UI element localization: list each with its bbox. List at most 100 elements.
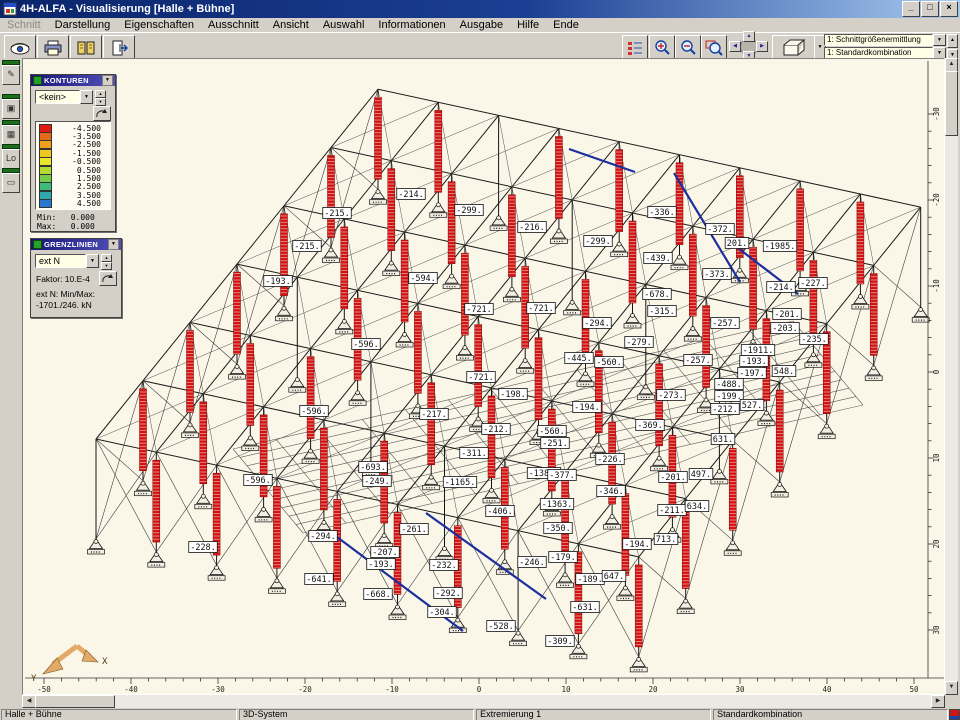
support-hinge [335,592,339,596]
konturen-panel-titlebar[interactable]: KONTUREN ▼ [31,75,115,86]
support-hinge [657,456,661,460]
catalog-button[interactable] [70,35,102,60]
vertical-scrollbar[interactable]: ▲ ▼ [945,58,958,695]
menu-item-darstellung[interactable]: Darstellung [48,19,118,31]
menu-item-ausgabe[interactable]: Ausgabe [453,19,510,31]
view-cube-button[interactable]: ▼ [772,35,816,60]
menu-item-ende[interactable]: Ende [546,19,586,31]
menu-item-informationen[interactable]: Informationen [371,19,452,31]
chevron-down-icon[interactable]: ▼ [86,254,99,268]
normal-force-bar [656,364,663,446]
spinner-up-button[interactable]: ▲ [101,254,112,262]
spinner-down-button[interactable]: ▼ [95,98,106,106]
force-label-text: -721. [466,305,492,315]
zoom-in-button[interactable] [649,35,675,60]
force-label: -257. [684,355,713,367]
load-case-button[interactable]: Lo [2,144,20,168]
normal-force-bar [488,396,495,478]
status-cell-3: Standardkombination [713,709,948,720]
scroll-left-button[interactable]: ◀ [22,695,36,708]
mesh-grid-button[interactable]: ▦ [2,120,20,144]
zoom-window-button[interactable] [701,35,727,60]
wall-brace [96,381,143,539]
panel-collapse-button[interactable]: ▼ [108,239,119,250]
force-label: -251. [541,438,570,450]
konturen-combo[interactable]: <kein> ▼ [35,90,93,104]
force-label-text: -227. [800,279,826,289]
force-label: -488. [715,379,744,391]
grenzlinien-combo-value: ext N [35,254,86,268]
menu-item-eigenschaften[interactable]: Eigenschaften [117,19,201,31]
pan-pad: ▲ ▼ ◀ ▶ [730,33,766,59]
roof-chord [378,89,921,207]
print-button[interactable] [37,35,69,60]
force-label-text: -488. [716,380,742,390]
title-bar[interactable]: 4H-ALFA - Visualisierung [Halle + Bühne]… [0,0,960,18]
screen-button[interactable]: ▭ [2,168,20,192]
chevron-down-icon[interactable]: ▼ [933,34,946,46]
menu-item-hilfe[interactable]: Hilfe [510,19,546,31]
view-eye-button[interactable] [4,35,36,60]
force-label-text: -445. [566,354,592,364]
exit-button[interactable] [103,35,135,60]
chevron-down-icon[interactable]: ▼ [80,90,93,104]
spinner-down-button[interactable]: ▼ [101,262,112,270]
vertical-scroll-thumb[interactable] [945,71,958,136]
maximize-button[interactable]: □ [921,1,939,17]
support-base [195,504,212,509]
normal-force-bar [857,202,864,284]
spinner-up-button[interactable]: ▲ [947,34,958,48]
scroll-up-button[interactable]: ▲ [945,58,958,72]
panel-collapse-button[interactable]: ▼ [102,75,113,86]
draw-pencil-button[interactable]: ✎ [2,60,20,84]
grenzlinien-panel[interactable]: GRENZLINIEN ▼ ext N ▼ ▲ ▼ Faktor: 10.E-4… [30,238,122,318]
grenzlinien-combo[interactable]: ext N ▼ [35,254,99,268]
legend-row: 4.500 [36,200,110,208]
support-hinge [778,483,782,487]
menu-item-ausschnitt[interactable]: Ausschnitt [201,19,266,31]
force-label-text: 527. [742,401,762,411]
support-hinge [738,268,742,272]
support-hinge [436,203,440,207]
grenzlinien-apply-button[interactable] [99,271,117,286]
pan-up-button[interactable]: ▲ [743,31,755,42]
menu-item-auswahl[interactable]: Auswahl [316,19,372,31]
support-hinge [597,443,601,447]
menu-item-ansicht[interactable]: Ansicht [266,19,316,31]
solid-view-button[interactable]: ▣ [2,94,20,118]
close-button[interactable]: × [940,1,958,17]
faktor-label: Faktor: 10.E-4 [36,274,90,284]
grenzlinien-panel-titlebar[interactable]: GRENZLINIEN ▼ [31,239,121,250]
pan-left-button[interactable]: ◀ [729,41,741,52]
pan-right-button[interactable]: ▶ [756,41,768,52]
drawing-canvas[interactable]: -50-40-30-20-1001020304050-30-20-1001020… [22,58,945,695]
minimize-button[interactable]: _ [902,1,920,17]
legend-min: Min: 0.000 [37,213,95,222]
support-hinge [356,391,360,395]
result-tree-button[interactable] [622,35,648,60]
scroll-right-button[interactable]: ▶ [931,695,945,708]
horizontal-scrollbar[interactable]: ◀ ▶ [22,695,945,708]
konturen-apply-button[interactable] [93,106,111,121]
force-label-text: 497. [691,470,711,480]
support-base [148,563,165,568]
support-base [818,434,835,439]
force-label: -214. [397,189,426,201]
support-hinge [503,560,507,564]
force-label-text: -194. [624,540,650,550]
status-icon[interactable] [949,709,960,720]
force-label: -304. [428,607,457,619]
legend-max: Max: 0.000 [37,222,95,231]
horizontal-scroll-thumb[interactable] [35,695,115,708]
analysis-combo[interactable]: 1: Schnittgrößenermittlung ▼ [824,34,946,46]
support-hinge [235,365,239,369]
support-base [637,395,654,400]
zoom-out-button[interactable] [675,35,701,60]
support-hinge [456,618,460,622]
support-hinge [704,398,708,402]
force-label-text: -299. [585,237,611,247]
konturen-panel[interactable]: KONTUREN ▼ <kein> ▼ ▲ ▼ -4.500-3.500-2.5… [30,74,116,232]
scroll-down-button[interactable]: ▼ [945,681,958,695]
spinner-up-button[interactable]: ▲ [95,90,106,98]
force-label-text: -373. [704,270,730,280]
